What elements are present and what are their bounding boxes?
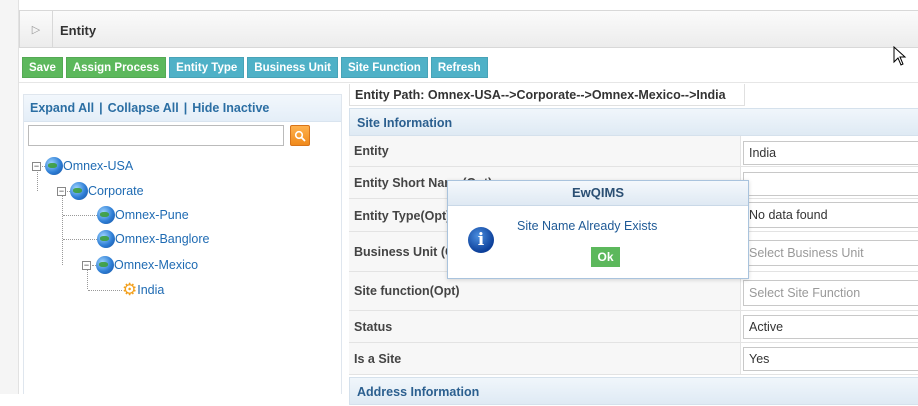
page-title: Entity (60, 23, 97, 38)
row-status: Status Active (349, 311, 918, 343)
row-label: Entity (354, 144, 389, 158)
expand-all-link[interactable]: Expand All (30, 101, 94, 115)
entity-header: ▷ Entity (19, 10, 918, 48)
tree-node-label[interactable]: Omnex-Pune (115, 208, 189, 222)
entity-type-select[interactable]: No data found (743, 202, 918, 228)
separator: | (99, 101, 103, 115)
tree-node-omnex-pune[interactable]: Omnex-Pune (63, 205, 189, 225)
tree-search-input[interactable] (28, 125, 284, 146)
collapse-node-icon[interactable]: − (82, 260, 91, 270)
label-cell (349, 311, 741, 342)
row-entity: Entity India (349, 136, 918, 167)
row-label: Is a Site (354, 352, 402, 366)
refresh-button[interactable]: Refresh (430, 57, 488, 78)
double-arrow-icon: ▷ (31, 23, 41, 36)
ok-button[interactable]: Ok (591, 247, 620, 267)
is-a-site-select[interactable]: Yes (743, 347, 918, 371)
tree-node-label[interactable]: Omnex-USA (63, 159, 133, 173)
tree-node-omnex-banglore[interactable]: Omnex-Banglore (63, 229, 210, 249)
tree-node-omnex-usa[interactable]: − Omnex-USA (32, 156, 133, 176)
collapse-panel-button[interactable]: ▷ (20, 11, 53, 47)
divider (19, 82, 918, 83)
collapse-all-link[interactable]: Collapse All (108, 101, 179, 115)
assign-process-button[interactable]: Assign Process (65, 57, 167, 78)
tree-connector (88, 289, 122, 291)
tree-node-label[interactable]: India (137, 283, 164, 297)
tree-header: Expand All | Collapse All | Hide Inactive (24, 95, 341, 122)
address-information-header: Address Information (349, 377, 918, 405)
site-function-button[interactable]: Site Function (340, 57, 428, 78)
globe-icon (97, 230, 115, 248)
globe-icon (45, 157, 63, 175)
entity-field[interactable]: India (743, 141, 918, 165)
tree-connector (63, 214, 97, 216)
hide-inactive-link[interactable]: Hide Inactive (192, 101, 269, 115)
tree-node-omnex-mexico[interactable]: − Omnex-Mexico (82, 255, 198, 275)
tree-node-label[interactable]: Omnex-Banglore (115, 232, 210, 246)
tree-node-label[interactable]: Omnex-Mexico (114, 258, 198, 272)
mouse-cursor-icon (893, 46, 907, 66)
dialog-title: EwQIMS (448, 181, 748, 206)
business-unit-select[interactable]: Select Business Unit (743, 240, 918, 266)
row-label: Status (354, 320, 393, 334)
globe-icon (97, 206, 115, 224)
tree-node-label[interactable]: Corporate (88, 184, 144, 198)
toolbar: Save Assign Process Entity Type Business… (22, 57, 488, 79)
info-icon: i (468, 227, 494, 253)
entity-type-button[interactable]: Entity Type (169, 57, 245, 78)
separator: | (183, 101, 188, 115)
search-button[interactable] (290, 125, 310, 146)
label-cell (349, 136, 741, 166)
dialog-message: Site Name Already Exists (517, 219, 658, 233)
label-cell (349, 343, 741, 374)
site-information-header: Site Information (349, 108, 918, 136)
tree-node-india[interactable]: ⚙ India (88, 280, 164, 300)
status-select[interactable]: Active (743, 315, 918, 339)
save-button[interactable]: Save (22, 57, 63, 78)
search-icon (294, 130, 306, 142)
row-label: Entity Type(Opt) (354, 209, 451, 223)
site-function-select[interactable]: Select Site Function (743, 280, 918, 306)
gear-icon: ⚙ (122, 280, 138, 299)
globe-icon (96, 256, 114, 274)
collapse-node-icon[interactable]: − (57, 186, 66, 196)
entity-path: Entity Path: Omnex-USA-->Corporate-->Omn… (349, 84, 745, 106)
left-strip (0, 0, 19, 394)
alert-dialog: EwQIMS i Site Name Already Exists Ok (447, 180, 749, 279)
entity-tree-panel: Expand All | Collapse All | Hide Inactive − … (23, 94, 342, 394)
collapse-node-icon[interactable]: − (32, 161, 41, 171)
tree-connector (63, 238, 97, 240)
tree-node-corporate[interactable]: − Corporate (57, 181, 144, 201)
entity-short-name-field[interactable] (743, 172, 918, 196)
row-label: Site function(Opt) (354, 284, 460, 298)
row-is-a-site: Is a Site Yes (349, 343, 918, 375)
business-unit-button[interactable]: Business Unit (247, 57, 338, 78)
globe-icon (70, 182, 88, 200)
